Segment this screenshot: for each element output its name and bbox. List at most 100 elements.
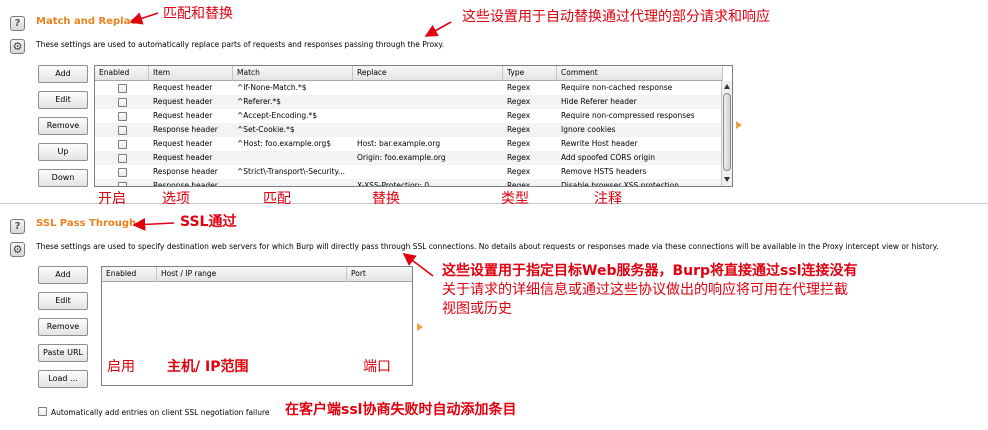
enabled-checkbox[interactable] <box>118 154 127 163</box>
remove-button[interactable]: Remove <box>38 318 88 336</box>
table-row[interactable]: Request header ^If-None-Match.*$ Regex Requ… <box>95 81 723 95</box>
load-button[interactable]: Load ... <box>38 370 88 388</box>
table-cell-comment: Disable browser XSS protection <box>561 181 679 187</box>
enabled-checkbox[interactable] <box>118 112 127 121</box>
section-title-ssl-pass-through: SSL Pass Through <box>36 218 137 229</box>
table-cell-match: ^Strict\-Transport\-Security... <box>237 167 346 176</box>
table-cell-type: Regex <box>507 139 531 148</box>
paste-url-button[interactable]: Paste URL <box>38 344 88 362</box>
auto-add-checkbox[interactable] <box>38 407 47 416</box>
enabled-checkbox[interactable] <box>118 182 127 186</box>
table-row[interactable]: Request header ^Referer.*$ Regex Hide Refer… <box>95 95 723 109</box>
table-cell-item: Request header <box>153 153 213 162</box>
column-header-match[interactable]: Match <box>233 66 353 81</box>
table-row[interactable]: Response header ^Strict\-Transport\-Secur… <box>95 165 723 179</box>
table-row[interactable]: Request header Origin: foo.example.org Reg… <box>95 151 723 165</box>
annotation-ssl-description-line3: 视图或历史 <box>442 301 512 317</box>
table-cell-comment: Hide Referer header <box>561 97 637 106</box>
table-cell-replace: X-XSS-Protection: 0 <box>357 181 430 187</box>
annotation-col-replace: 替换 <box>372 191 400 207</box>
table-cell-match: ^Set-Cookie.*$ <box>237 125 295 134</box>
remove-button[interactable]: Remove <box>38 117 88 135</box>
table-row[interactable]: Request header ^Accept-Encoding.*$ Regex Re… <box>95 109 723 123</box>
table-scrollbar[interactable] <box>721 81 732 186</box>
column-header-comment[interactable]: Comment <box>557 66 723 81</box>
annotation-ssl-description-line2: 关于请求的详细信息或通过这些协议做出的响应将可用在代理拦截 <box>442 282 848 298</box>
table-cell-item: Response header <box>153 167 218 176</box>
annotation-ssl-enabled: 启用 <box>107 359 135 375</box>
column-header-enabled[interactable]: Enabled <box>95 66 149 81</box>
table-cell-type: Regex <box>507 97 531 106</box>
table-cell-match <box>233 151 353 165</box>
column-header-replace[interactable]: Replace <box>353 66 503 81</box>
down-button[interactable]: Down <box>38 169 88 187</box>
scroll-thumb[interactable] <box>723 93 731 171</box>
column-header-item[interactable]: Item <box>149 66 233 81</box>
up-button[interactable]: Up <box>38 143 88 161</box>
table-cell-match: ^Referer.*$ <box>237 97 281 106</box>
annotation-arrow <box>132 218 175 231</box>
edit-button[interactable]: Edit <box>38 292 88 310</box>
annotation-col-type: 类型 <box>501 191 529 207</box>
column-header-type[interactable]: Type <box>503 66 557 81</box>
annotation-match-title: 匹配和替换 <box>163 6 233 22</box>
table-cell-replace: Host: bar.example.org <box>357 139 441 148</box>
annotation-col-comment: 注释 <box>594 191 622 207</box>
table-cell-comment: Rewrite Host header <box>561 139 638 148</box>
section-divider <box>0 203 988 204</box>
table-cell-type: Regex <box>507 153 531 162</box>
match-replace-table[interactable]: Enabled Item Match Replace Type Comment … <box>94 65 733 187</box>
scroll-down-icon[interactable] <box>724 177 730 182</box>
enabled-checkbox[interactable] <box>118 84 127 93</box>
annotation-ssl-title: SSL通过 <box>180 214 237 230</box>
column-header-host[interactable]: Host / IP range <box>157 267 347 282</box>
annotation-col-enabled: 开启 <box>98 191 126 207</box>
enabled-checkbox[interactable] <box>118 98 127 107</box>
enabled-checkbox[interactable] <box>118 140 127 149</box>
edit-button[interactable]: Edit <box>38 91 88 109</box>
table-cell-replace <box>353 123 503 137</box>
table-header: Enabled Item Match Replace Type Comment <box>95 66 723 81</box>
gear-icon[interactable]: ⚙ <box>10 39 25 54</box>
table-cell-match: ^Host: foo.example.org$ <box>237 139 332 148</box>
annotation-ssl-port: 端口 <box>363 359 391 375</box>
scroll-up-icon[interactable] <box>724 84 730 89</box>
table-cell-replace: Origin: foo.example.org <box>357 153 446 162</box>
annotation-col-match: 匹配 <box>263 191 291 207</box>
help-icon[interactable]: ? <box>10 16 25 31</box>
annotation-arrow <box>424 21 452 37</box>
table-cell-item: Request header <box>153 139 213 148</box>
table-row[interactable]: Response header X-XSS-Protection: 0 Regex D… <box>95 179 723 187</box>
enabled-checkbox[interactable] <box>118 126 127 135</box>
gear-icon[interactable]: ⚙ <box>10 242 25 257</box>
expand-arrow-icon[interactable] <box>417 323 423 331</box>
column-header-enabled[interactable]: Enabled <box>102 267 157 282</box>
table-cell-item: Request header <box>153 83 213 92</box>
column-header-port[interactable]: Port <box>347 267 412 282</box>
add-button[interactable]: Add <box>38 65 88 83</box>
help-icon[interactable]: ? <box>10 219 25 234</box>
section-title-match-replace: Match and Replace <box>36 16 144 27</box>
table-row[interactable]: Request header ^Host: foo.example.org$ Hos… <box>95 137 723 151</box>
annotation-ssl-description-line1: 这些设置用于指定目标Web服务器，Burp将直接通过ssl连接没有 <box>442 263 858 279</box>
annotation-ssl-host: 主机/ IP范围 <box>167 359 249 375</box>
add-button[interactable]: Add <box>38 266 88 284</box>
table-cell-match <box>233 179 353 186</box>
auto-add-label[interactable]: Automatically add entries on client SSL … <box>51 408 270 417</box>
table-cell-replace <box>353 81 503 95</box>
table-cell-type: Regex <box>507 83 531 92</box>
annotation-auto-add: 在客户端ssl协商失败时自动添加条目 <box>285 402 517 418</box>
annotation-match-description: 这些设置用于自动替换通过代理的部分请求和响应 <box>462 9 770 25</box>
table-cell-item: Response header <box>153 181 218 187</box>
table-cell-replace <box>353 109 503 123</box>
enabled-checkbox[interactable] <box>118 168 127 177</box>
table-cell-comment: Ignore cookies <box>561 125 616 134</box>
table-cell-comment: Require non-cached response <box>561 83 673 92</box>
section-description: These settings are used to automatically… <box>36 40 445 49</box>
expand-arrow-icon[interactable] <box>736 121 742 129</box>
table-cell-item: Response header <box>153 125 218 134</box>
table-cell-replace <box>353 95 503 109</box>
table-row[interactable]: Response header ^Set-Cookie.*$ Regex Ignore… <box>95 123 723 137</box>
table-cell-type: Regex <box>507 125 531 134</box>
table-header: Enabled Host / IP range Port <box>102 267 412 282</box>
